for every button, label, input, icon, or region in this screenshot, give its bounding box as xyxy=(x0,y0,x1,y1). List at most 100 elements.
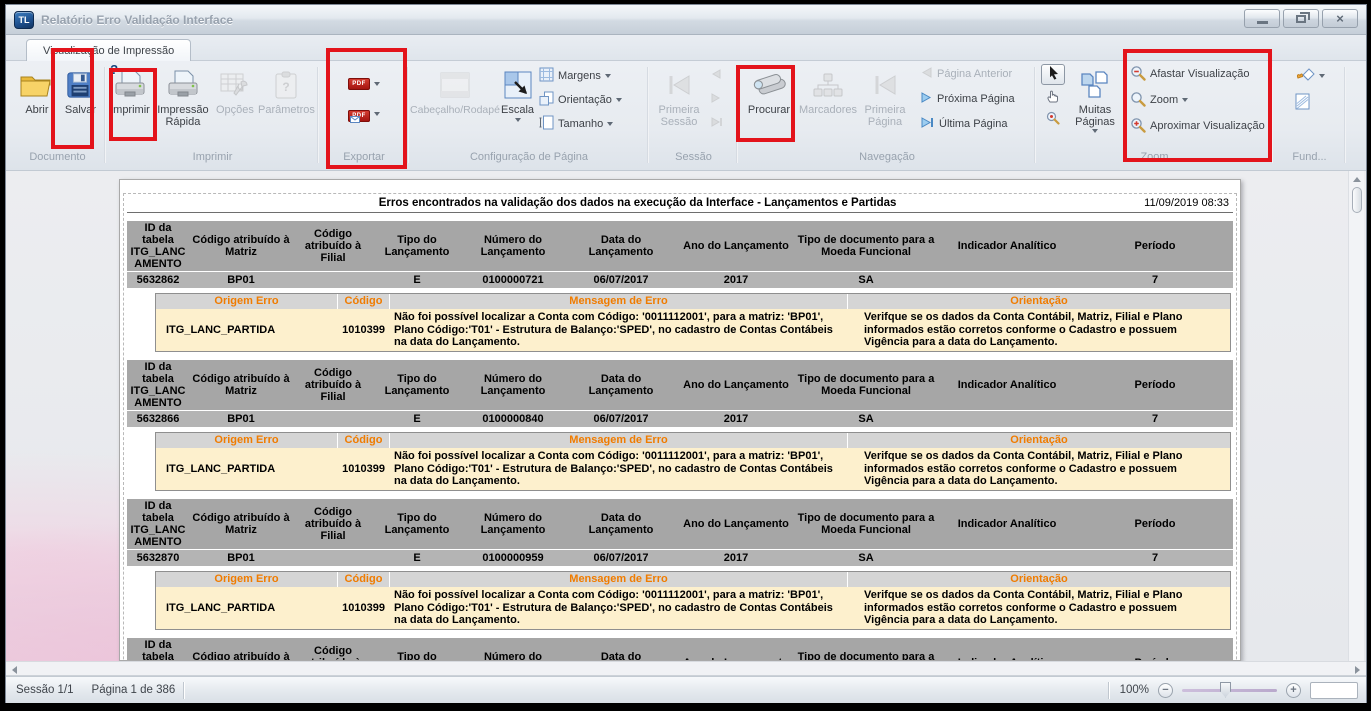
error-subtable-header: Origem Erro Código Mensagem de Erro Orie… xyxy=(156,294,1230,309)
column-header: Período xyxy=(1077,360,1233,410)
cell-periodo: 7 xyxy=(1077,550,1233,566)
report-error-block: ID da tabela ITG_LANCAMENTO Código atrib… xyxy=(127,360,1233,491)
zoom-percent-label: 100% xyxy=(1120,684,1149,696)
column-header: Ano do Lançamento xyxy=(677,360,795,410)
hand-tool-button[interactable] xyxy=(1041,87,1065,108)
cell-indicador xyxy=(937,411,1077,427)
column-header: Número do Lançamento xyxy=(461,221,565,271)
group-sessao: Primeira Sessão Sessão xyxy=(649,61,738,167)
cell-periodo: 7 xyxy=(1077,411,1233,427)
column-header: Código atribuído à Matriz xyxy=(189,221,293,271)
column-header: Número do Lançamento xyxy=(461,638,565,661)
cell-matriz: BP01 xyxy=(189,411,293,427)
cell-matriz: BP01 xyxy=(189,272,293,288)
chevron-down-icon xyxy=(607,122,613,126)
zoom-in-button[interactable]: + xyxy=(1286,683,1301,698)
primeira-pagina-button[interactable]: Primeira Página xyxy=(858,64,912,130)
orientacao-button[interactable]: Orientação xyxy=(539,90,622,110)
tamanho-button[interactable]: Tamanho xyxy=(539,114,622,134)
column-header: Tipo de documento para a Moeda Funcional xyxy=(795,638,937,661)
cabecalho-rodape-button[interactable]: Cabeçalho/Rodapé xyxy=(411,64,499,118)
cell-tipo: E xyxy=(373,272,461,288)
chevron-down-icon xyxy=(605,74,611,78)
session-next-icon[interactable] xyxy=(710,90,724,108)
session-last-icon[interactable] xyxy=(710,114,724,132)
cell-tipo-doc: SA xyxy=(795,411,937,427)
column-header: Código atribuído à Filial xyxy=(293,638,373,661)
column-header: Origem Erro xyxy=(156,294,338,309)
column-header: Ano do Lançamento xyxy=(677,638,795,661)
status-sessao: Sessão 1/1 xyxy=(16,684,74,696)
cell-origem-erro: ITG_LANC_PARTIDA xyxy=(156,587,338,629)
primeira-sessao-button[interactable]: Primeira Sessão xyxy=(651,64,707,130)
cell-matriz: BP01 xyxy=(189,550,293,566)
quick-print-icon xyxy=(166,66,200,104)
main-table-header: ID da tabela ITG_LANCAMENTO Código atrib… xyxy=(127,360,1233,410)
restore-button[interactable] xyxy=(1283,9,1319,28)
impressao-rapida-button[interactable]: Impressão Rápida xyxy=(152,64,214,130)
parameters-icon: ? xyxy=(271,66,301,104)
cell-id: 5632870 xyxy=(127,550,189,566)
zoom-region-tool-button[interactable] xyxy=(1041,110,1065,131)
group-label-documento: Documento xyxy=(9,150,106,167)
report-datetime: 11/09/2019 08:33 xyxy=(1144,197,1229,209)
cor-fundo-button[interactable] xyxy=(1295,66,1325,86)
report-error-block: ID da tabela ITG_LANCAMENTO Código atrib… xyxy=(127,499,1233,630)
cell-orientacao: Verifque se os dados da Conta Contábil, … xyxy=(848,448,1230,490)
many-pages-icon xyxy=(1080,66,1110,104)
next-page-icon xyxy=(920,92,933,106)
column-header: Mensagem de Erro xyxy=(390,572,848,587)
highlight-box-procurar xyxy=(736,65,795,142)
column-header: Número do Lançamento xyxy=(461,360,565,410)
cell-orientacao: Verifque se os dados da Conta Contábil, … xyxy=(848,309,1230,351)
cell-ano: 2017 xyxy=(677,411,795,427)
close-icon: × xyxy=(1336,12,1344,25)
vertical-scroll-thumb[interactable] xyxy=(1352,187,1362,213)
cell-data: 06/07/2017 xyxy=(565,550,677,566)
statusbar-separator xyxy=(1108,682,1109,699)
marca-dagua-button[interactable] xyxy=(1295,93,1325,113)
error-subtable: Origem Erro Código Mensagem de Erro Orie… xyxy=(155,293,1231,352)
column-header: Código xyxy=(338,433,390,448)
column-header: Período xyxy=(1077,638,1233,661)
muitas-paginas-button[interactable]: Muitas Páginas xyxy=(1068,64,1122,135)
zoom-slider-thumb[interactable] xyxy=(1220,682,1231,698)
scroll-right-icon[interactable] xyxy=(1355,666,1360,674)
column-header: Indicador Analítico xyxy=(937,499,1077,549)
close-button[interactable]: × xyxy=(1322,9,1358,28)
column-header: Código atribuído à Matriz xyxy=(189,499,293,549)
highlight-box-exportar xyxy=(326,48,407,169)
margins-icon xyxy=(539,67,554,85)
group-label-navegacao: Navegação xyxy=(738,150,1036,167)
minimize-button[interactable] xyxy=(1244,9,1280,28)
margens-button[interactable]: Margens xyxy=(539,66,622,86)
pagina-anterior-button[interactable]: Página Anterior xyxy=(920,64,1015,84)
zoom-out-button[interactable]: − xyxy=(1158,683,1173,698)
cell-indicador xyxy=(937,272,1077,288)
column-header: Tipo do Lançamento xyxy=(373,221,461,271)
column-header: Tipo do Lançamento xyxy=(373,499,461,549)
opcoes-button[interactable]: Opções xyxy=(214,64,256,118)
parametros-button[interactable]: ? Parâmetros xyxy=(256,64,317,118)
chevron-down-icon xyxy=(515,118,521,122)
pointer-tool-button[interactable] xyxy=(1041,64,1065,85)
zoom-slider[interactable] xyxy=(1182,689,1277,692)
column-header: Ano do Lançamento xyxy=(677,499,795,549)
scroll-left-icon[interactable] xyxy=(12,666,17,674)
zoom-region-icon xyxy=(1046,111,1060,130)
proxima-pagina-button[interactable]: Próxima Página xyxy=(920,89,1015,109)
column-header: Origem Erro xyxy=(156,433,338,448)
horizontal-scrollbar[interactable] xyxy=(6,661,1366,676)
marcadores-button[interactable]: Marcadores xyxy=(798,64,858,118)
column-header: Código atribuído à Filial xyxy=(293,221,373,271)
restore-icon xyxy=(1296,15,1306,23)
minimize-icon xyxy=(1257,21,1268,24)
escala-button[interactable]: Escala xyxy=(499,64,536,124)
cell-ano: 2017 xyxy=(677,550,795,566)
scroll-up-icon[interactable] xyxy=(1353,177,1361,182)
column-header: Data do Lançamento xyxy=(565,638,677,661)
ultima-pagina-button[interactable]: Última Página xyxy=(920,114,1015,134)
chevron-down-icon xyxy=(1092,129,1098,133)
vertical-scrollbar[interactable] xyxy=(1348,171,1364,661)
session-previous-icon[interactable] xyxy=(710,66,724,84)
